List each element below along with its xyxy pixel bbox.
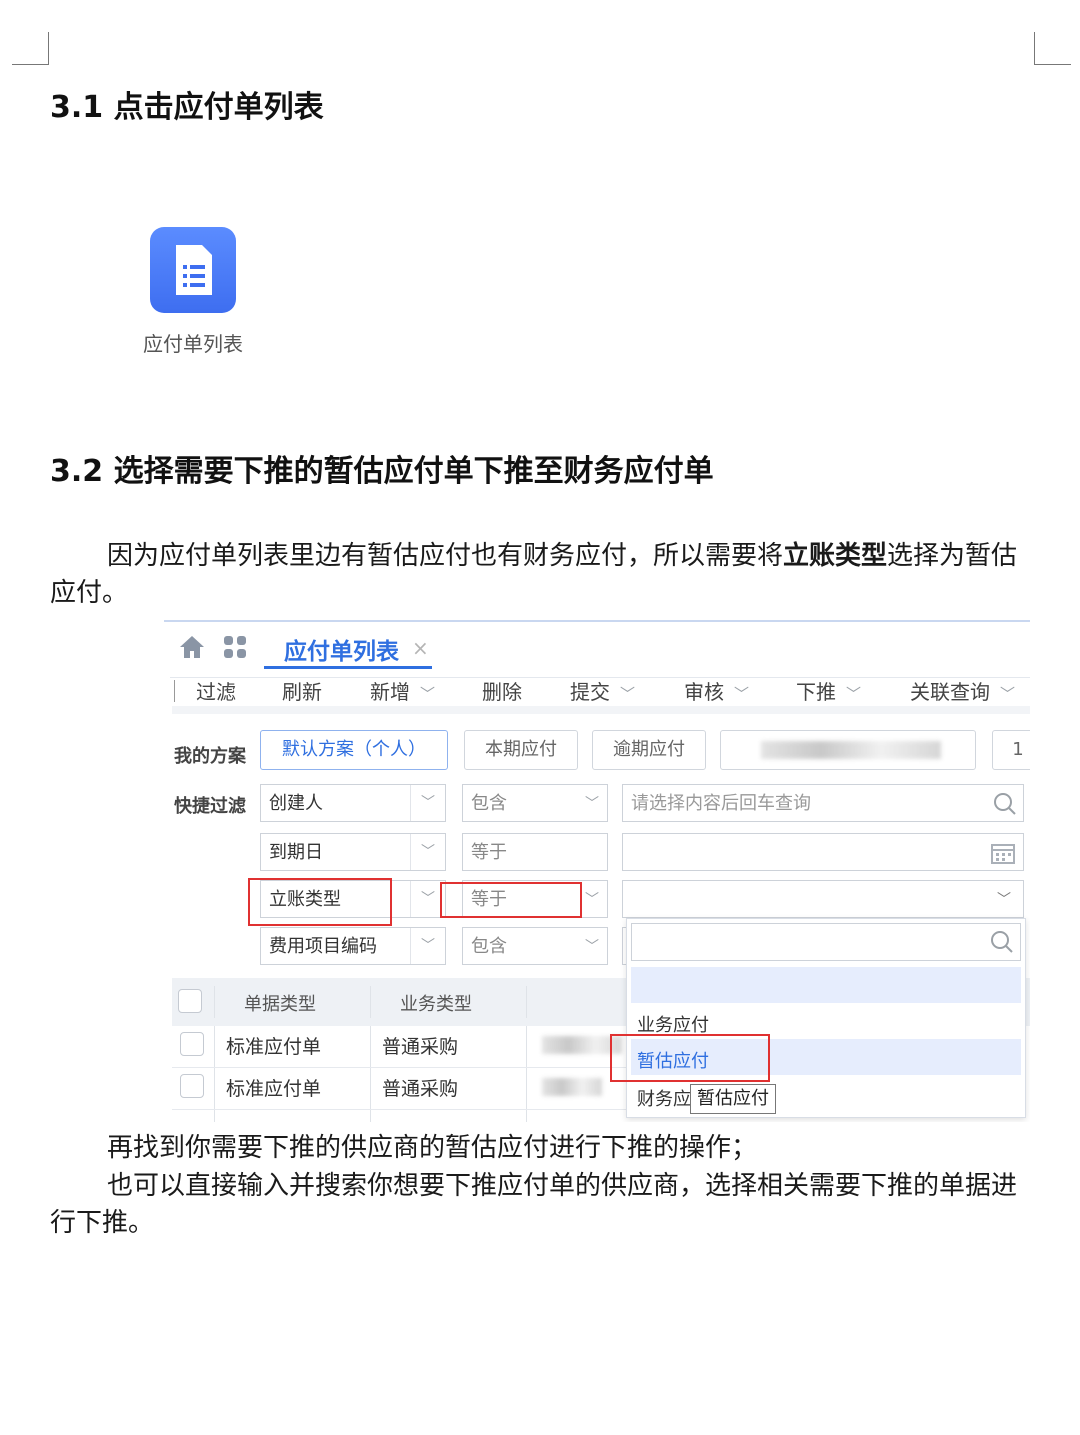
filter-field-select-4[interactable]: 费用项目编码 ﹀ [260,927,446,965]
row-checkbox-1[interactable] [180,1032,204,1056]
home-icon[interactable] [178,634,206,660]
account-type-dropdown: 业务应付 暂估应付 财务应 [626,918,1026,1118]
section-separator [172,706,1030,714]
filter-operator-select-2[interactable]: 等于 [462,833,608,871]
intro-text-before: 因为应付单列表里边有暂估应付也有财务应付，所以需要将 [107,541,784,571]
row-1-doc-type: 标准应付单 [226,1036,322,1058]
chevron-down-icon: ﹀ [620,685,636,703]
toolbar-related-query-button[interactable]: 关联查询 ﹀ [910,676,1015,705]
filter-value-input-1[interactable]: 请选择内容后回车查询 [622,784,1024,822]
toolbar-start-bar [174,680,175,702]
quick-filter-label: 快捷过滤 [174,796,246,817]
filter-value-select-3[interactable]: ﹀ [622,880,1024,918]
row-2-doc-type: 标准应付单 [226,1078,322,1100]
plan-current-period-button[interactable]: 本期应付 [464,730,578,770]
intro-text-bold: 立账类型 [783,541,888,571]
dropdown-empty-option[interactable] [631,967,1021,1003]
row-checkbox-2[interactable] [180,1074,204,1098]
column-header-biz-type[interactable]: 业务类型 [400,990,472,1016]
my-plan-label: 我的方案 [174,746,246,767]
tab-underline [264,666,432,669]
after-paragraph-1: 再找到你需要下推的供应商的暂估应付进行下推的操作； [50,1130,1040,1167]
search-icon[interactable] [993,792,1017,816]
crop-mark-top-right [1034,32,1071,65]
plan-more-button[interactable]: 1 [992,730,1030,770]
chevron-down-icon: ﹀ [846,685,862,703]
toolbar-audit-button[interactable]: 审核 ﹀ [684,676,749,705]
filter-operator-select-4[interactable]: 包含 ﹀ [462,927,608,965]
row-1-biz-type: 普通采购 [382,1036,459,1058]
toolbar-new-button[interactable]: 新增 ﹀ [370,676,435,705]
highlight-option-box [610,1034,770,1082]
after-paragraph-2: 也可以直接输入并搜索你想要下推应付单的供应商，选择相关需要下推的单据进行下推。 [50,1168,1040,1242]
plan-default-button[interactable]: 默认方案（个人） [260,730,448,770]
chevron-down-icon: ﹀ [997,892,1011,908]
chevron-down-icon: ﹀ [585,939,599,955]
section-heading-3-2: 3.2 选择需要下推的暂估应付单下推至财务应付单 [50,454,714,489]
chevron-down-icon: ﹀ [585,796,599,812]
document-list-icon [176,245,212,295]
column-header-doc-type[interactable]: 单据类型 [244,990,316,1016]
toolbar-filter-button[interactable]: 过滤 [196,676,236,705]
chevron-down-icon: ﹀ [410,834,445,870]
plan-blurred-button[interactable] [720,730,976,770]
chevron-down-icon: ﹀ [410,928,445,964]
tab-close-icon[interactable]: × [412,636,429,660]
app-label: 应付单列表 [143,332,243,356]
chevron-down-icon: ﹀ [420,685,436,703]
section-heading-3-1: 3.1 点击应付单列表 [50,90,324,125]
chevron-down-icon: ﹀ [410,785,445,821]
dropdown-search-input[interactable] [631,923,1021,961]
highlight-field-box [248,878,392,926]
toolbar-push-down-button[interactable]: 下推 ﹀ [796,676,861,705]
chevron-down-icon: ﹀ [734,685,750,703]
toolbar-delete-button[interactable]: 删除 [482,676,522,705]
toolbar-refresh-button[interactable]: 刷新 [282,676,322,705]
filter-field-select-1[interactable]: 创建人 ﹀ [260,784,446,822]
chevron-down-icon: ﹀ [585,892,599,908]
embedded-screenshot: 应付单列表 × 过滤 刷新 新增 ﹀ 删除 提交 ﹀ 审核 ﹀ 下推 ﹀ 关联查询 ﹀ 我… [164,620,1030,1122]
app-icon-payable-list[interactable] [150,227,236,313]
select-all-checkbox[interactable] [178,989,202,1013]
plan-overdue-button[interactable]: 逾期应付 [592,730,706,770]
toolbar-submit-button[interactable]: 提交 ﹀ [570,676,635,705]
filter-field-select-2[interactable]: 到期日 ﹀ [260,833,446,871]
search-icon[interactable] [990,930,1014,954]
option-tooltip: 暂估应付 [690,1084,776,1114]
after-text-2: 也可以直接输入并搜索你想要下推应付单的供应商，选择相关需要下推的单据进行下推。 [50,1171,1018,1238]
intro-paragraph: 因为应付单列表里边有暂估应付也有财务应付，所以需要将立账类型选择为暂估应付。 [50,538,1040,612]
crop-mark-top-left [12,32,49,65]
dropdown-option-finance-payable[interactable]: 财务应 [637,1085,691,1111]
apps-grid-icon[interactable] [222,634,248,660]
tab-payable-list[interactable]: 应付单列表 [284,632,399,666]
filter-value-input-2[interactable] [622,833,1024,871]
after-text-1: 再找到你需要下推的供应商的暂估应付进行下推的操作； [107,1133,758,1163]
row-2-biz-type: 普通采购 [382,1078,459,1100]
chevron-down-icon: ﹀ [1000,685,1016,703]
filter-operator-select-1[interactable]: 包含 ﹀ [462,784,608,822]
calendar-icon[interactable] [991,842,1015,864]
highlight-operator-box [440,882,582,918]
